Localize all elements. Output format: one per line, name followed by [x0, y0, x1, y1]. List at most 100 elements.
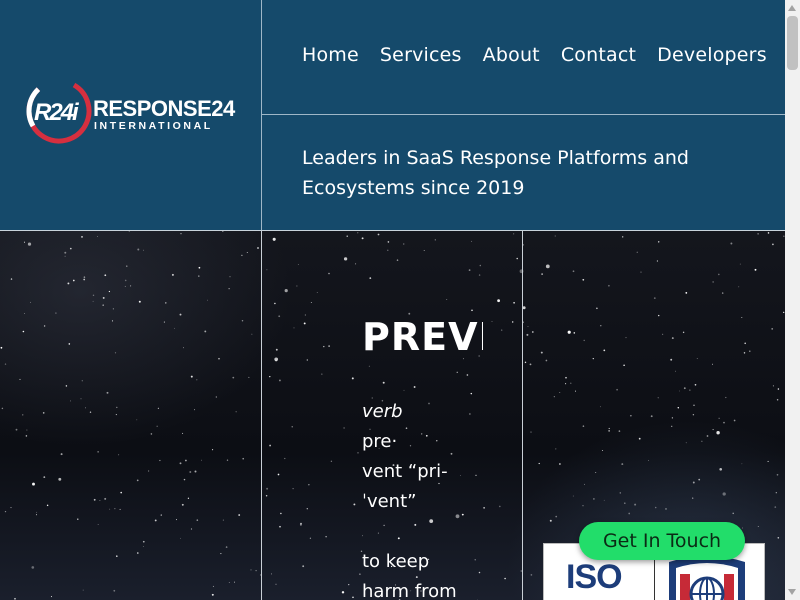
- nav-about[interactable]: About: [483, 44, 540, 66]
- star: [722, 492, 726, 496]
- star: [723, 421, 725, 424]
- star: [173, 327, 175, 329]
- part-of-speech: verb: [362, 401, 403, 422]
- star: [128, 231, 130, 232]
- star: [4, 363, 7, 365]
- star: [82, 589, 84, 591]
- page-scrollbar[interactable]: [785, 0, 800, 600]
- star: [81, 380, 83, 382]
- star: [685, 442, 687, 444]
- star: [741, 317, 743, 318]
- star: [325, 536, 327, 538]
- star: [616, 388, 618, 391]
- star: [272, 237, 276, 241]
- scroll-thumb[interactable]: [787, 16, 798, 70]
- star: [182, 347, 184, 349]
- star: [582, 505, 584, 507]
- get-in-touch-button[interactable]: Get In Touch: [579, 522, 745, 560]
- star: [522, 306, 526, 310]
- scroll-down-arrow-icon[interactable]: [788, 589, 796, 595]
- nav-home[interactable]: Home: [302, 44, 359, 66]
- star: [19, 378, 21, 380]
- star: [190, 528, 193, 530]
- site-header: R24i RESPONSE24 INTERNATIONAL Home Servi…: [0, 0, 785, 230]
- star: [157, 407, 160, 409]
- star: [222, 519, 224, 521]
- star: [81, 236, 83, 238]
- star: [32, 482, 35, 486]
- star: [304, 314, 306, 316]
- star: [625, 337, 627, 339]
- star: [498, 505, 501, 508]
- star: [266, 487, 269, 490]
- star: [302, 565, 305, 568]
- star: [64, 251, 67, 254]
- star: [712, 429, 714, 431]
- star: [234, 581, 235, 583]
- star: [114, 352, 117, 354]
- star: [582, 278, 585, 281]
- star: [124, 285, 126, 287]
- star: [328, 345, 330, 347]
- logo-sub: INTERNATIONAL: [94, 120, 213, 132]
- star: [749, 350, 751, 352]
- star: [68, 343, 71, 345]
- logo-name: RESPONSE24: [93, 96, 236, 121]
- nav-services[interactable]: Services: [380, 44, 462, 66]
- star: [657, 397, 659, 399]
- star: [246, 251, 248, 254]
- star: [671, 337, 674, 340]
- star: [733, 419, 736, 422]
- star: [250, 569, 252, 571]
- star: [296, 285, 298, 287]
- star: [650, 415, 653, 418]
- star: [706, 435, 709, 437]
- star: [595, 471, 597, 474]
- star: [475, 474, 477, 476]
- scroll-up-arrow-icon[interactable]: [788, 5, 796, 11]
- star: [357, 452, 359, 454]
- star: [468, 269, 471, 271]
- star: [297, 263, 299, 266]
- star: [387, 249, 389, 251]
- star: [0, 346, 3, 349]
- star: [201, 459, 202, 461]
- star: [328, 272, 330, 275]
- star: [142, 546, 144, 547]
- nav-developers[interactable]: Developers: [657, 44, 767, 66]
- star: [603, 349, 606, 352]
- star: [310, 302, 312, 303]
- star: [238, 514, 241, 516]
- star: [284, 457, 286, 460]
- star: [111, 320, 114, 322]
- star: [701, 440, 703, 442]
- star: [156, 425, 158, 427]
- star: [180, 233, 182, 235]
- star: [361, 237, 364, 240]
- star: [530, 431, 532, 433]
- star: [744, 342, 746, 345]
- star: [116, 555, 118, 557]
- star: [682, 331, 685, 334]
- star: [671, 425, 673, 427]
- star: [767, 460, 769, 462]
- star: [225, 546, 228, 548]
- star: [154, 519, 157, 522]
- star: [387, 241, 390, 243]
- star: [242, 457, 244, 460]
- star: [377, 233, 380, 236]
- logo-cell: R24i RESPONSE24 INTERNATIONAL: [0, 0, 262, 230]
- nav-contact[interactable]: Contact: [561, 44, 636, 66]
- star: [108, 290, 111, 293]
- star: [137, 248, 140, 251]
- star: [142, 540, 145, 543]
- star: [692, 414, 695, 416]
- star: [60, 453, 63, 456]
- star: [15, 428, 18, 431]
- star: [776, 399, 779, 401]
- star: [212, 585, 214, 587]
- star: [478, 571, 481, 574]
- star: [479, 264, 482, 267]
- response24-logo[interactable]: R24i RESPONSE24 INTERNATIONAL: [24, 76, 240, 146]
- star: [220, 553, 222, 555]
